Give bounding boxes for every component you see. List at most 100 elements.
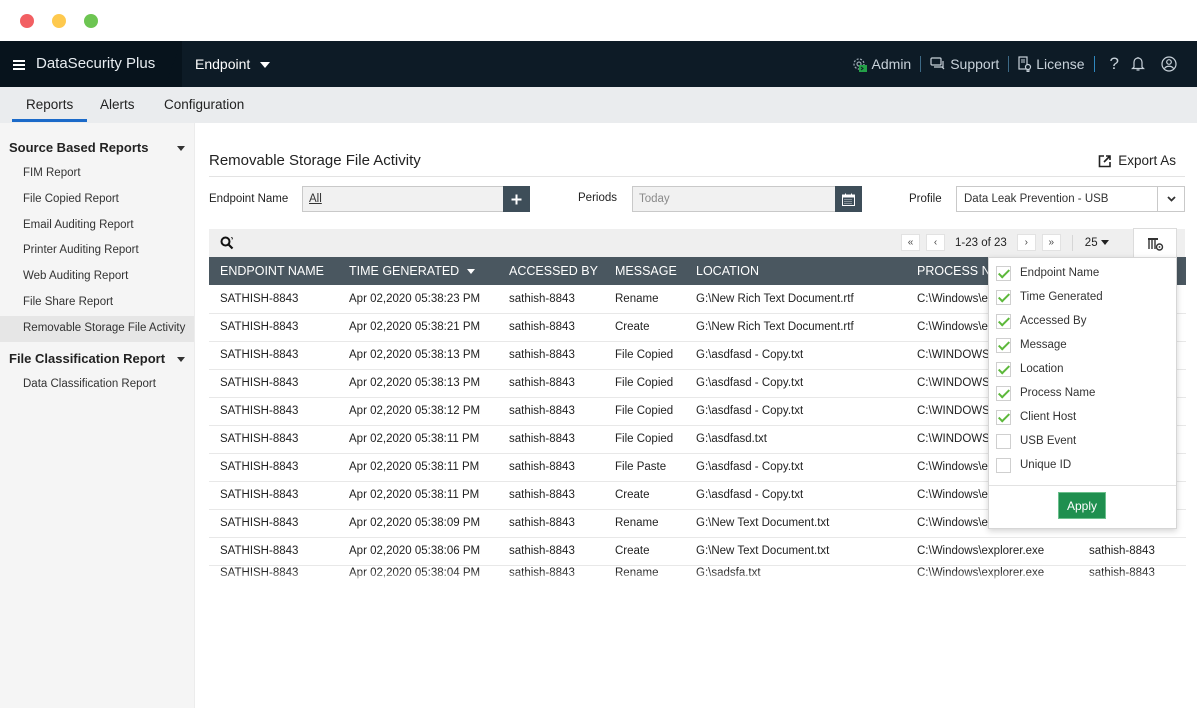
window-close-button[interactable] [20,14,34,28]
profile-select[interactable]: Data Leak Prevention - USB [956,186,1185,212]
column-option-message[interactable]: Message [996,335,1067,355]
add-endpoint-button[interactable] [503,186,530,212]
help-icon[interactable]: ? [1110,54,1119,74]
table-row[interactable]: SATHISH-8843 Apr 02,2020 05:38:06 PM sathi… [209,537,1186,566]
column-header-time-generated[interactable]: TIME GENERATED [338,257,498,285]
endpoint-name-cell: SATHISH-8843 [209,341,338,370]
checkbox-checked-icon[interactable] [996,313,1011,329]
export-as-button[interactable]: Export As [1098,153,1176,168]
sidebar-item-printer-auditing-report[interactable]: Printer Auditing Report [0,238,194,264]
sidebar-group-source-based-reports[interactable]: Source Based Reports [0,135,194,161]
accessed-by-cell: sathish-8843 [498,369,604,398]
tab-reports[interactable]: Reports [11,97,88,122]
location-cell: G:\asdfasd - Copy.txt [685,453,906,482]
message-cell: Create [604,481,685,510]
tab-configuration[interactable]: Configuration [164,97,244,112]
user-avatar-icon[interactable] [1161,56,1181,72]
last-page-button[interactable]: » [1041,234,1061,251]
column-option-label: Message [1020,339,1067,351]
accessed-by-cell: sathish-8843 [498,509,604,538]
column-option-endpoint-name[interactable]: Endpoint Name [996,263,1099,283]
window-maximize-button[interactable] [84,14,98,28]
endpoint-name-cell: SATHISH-8843 [209,397,338,426]
checkbox-checked-icon[interactable] [996,289,1011,305]
sidebar-item-data-classification-report[interactable]: Data Classification Report [0,372,194,398]
sidebar-item-fim-report[interactable]: FIM Report [0,161,194,187]
admin-link[interactable]: Admin [851,56,911,73]
calendar-icon [842,193,855,206]
column-option-label: USB Event [1020,435,1077,447]
process-name-cell: C:\Windows\explorer.exe [906,537,1078,566]
first-page-button[interactable]: « [901,234,920,251]
main-tabs: Reports Alerts Configuration [0,87,1197,123]
periods-field[interactable]: Today [632,186,836,212]
column-option-accessed-by[interactable]: Accessed By [996,311,1086,331]
column-option-client-host[interactable]: Client Host [996,407,1076,427]
sidebar-item-removable-storage-file-activity[interactable]: Removable Storage File Activity [0,315,194,342]
time-generated-cell: Apr 02,2020 05:38:06 PM [338,537,498,566]
window-minimize-button[interactable] [52,14,66,28]
column-option-label: Unique ID [1020,459,1072,471]
sidebar-item-file-share-report[interactable]: File Share Report [0,290,194,316]
endpoint-name-cell: SATHISH-8843 [209,313,338,342]
bell-icon[interactable] [1131,56,1149,72]
search-icon[interactable] [220,236,234,250]
export-icon [1098,154,1112,167]
column-header-endpoint-name[interactable]: ENDPOINT NAME [209,257,338,285]
sort-descending-icon [467,269,476,275]
endpoint-name-field[interactable]: All [302,186,504,212]
sidebar: Source Based Reports FIM Report File Cop… [0,123,195,708]
column-option-usb-event[interactable]: USB Event [996,431,1076,451]
endpoint-name-label: Endpoint Name [209,193,289,205]
sidebar-item-web-auditing-report[interactable]: Web Auditing Report [0,264,194,290]
checkbox-unchecked-icon[interactable] [996,433,1011,449]
tab-alerts[interactable]: Alerts [100,97,135,112]
column-settings-button[interactable] [1133,228,1177,258]
time-generated-cell: Apr 02,2020 05:38:13 PM [338,341,498,370]
message-cell: File Copied [604,341,685,370]
divider [920,56,922,72]
license-link[interactable]: License [1018,56,1085,72]
page-title: Removable Storage File Activity [209,152,421,169]
column-option-label: Accessed By [1020,315,1087,327]
apply-button[interactable]: Apply [1058,492,1106,519]
caret-down-icon [260,62,271,69]
checkbox-unchecked-icon[interactable] [996,457,1011,473]
sidebar-group-file-classification-report[interactable]: File Classification Report [0,346,194,372]
previous-page-button[interactable]: ‹ [926,234,945,251]
message-cell: Rename [604,285,685,314]
column-option-location[interactable]: Location [996,359,1063,379]
accessed-by-cell: sathish-8843 [498,341,604,370]
column-settings-icon [1147,237,1163,251]
column-header-message[interactable]: MESSAGE [604,257,685,285]
checkbox-checked-icon[interactable] [996,265,1011,281]
profile-label: Profile [909,193,942,205]
sidebar-item-email-auditing-report[interactable]: Email Auditing Report [0,213,194,239]
checkbox-checked-icon[interactable] [996,337,1011,353]
column-option-unique-id[interactable]: Unique ID [996,455,1071,475]
hamburger-menu-icon[interactable] [13,60,25,70]
sidebar-item-file-copied-report[interactable]: File Copied Report [0,187,194,213]
checkbox-checked-icon[interactable] [996,409,1011,425]
window-titlebar [0,0,1197,41]
plus-icon [511,194,522,204]
caret-down-icon [177,356,185,362]
support-link[interactable]: Support [930,56,999,72]
next-page-button[interactable]: › [1016,234,1036,251]
column-header-accessed-by[interactable]: ACCESSED BY [498,257,604,285]
time-generated-cell: Apr 02,2020 05:38:11 PM [338,453,498,482]
client-host-cell: sathish-8843 [1078,537,1186,566]
endpoint-name-cell: SATHISH-8843 [209,481,338,510]
calendar-button[interactable] [835,186,862,212]
time-generated-cell: Apr 02,2020 05:38:21 PM [338,313,498,342]
page-size-select[interactable]: 25 [1085,237,1109,249]
divider [1008,56,1010,72]
column-header-location[interactable]: LOCATION [685,257,906,285]
module-selector[interactable]: Endpoint [195,56,271,72]
checkbox-checked-icon[interactable] [996,361,1011,377]
time-generated-cell: Apr 02,2020 05:38:13 PM [338,369,498,398]
column-option-time-generated[interactable]: Time Generated [996,287,1103,307]
column-option-process-name[interactable]: Process Name [996,383,1095,403]
column-option-label: Client Host [1020,411,1077,423]
checkbox-checked-icon[interactable] [996,385,1011,401]
